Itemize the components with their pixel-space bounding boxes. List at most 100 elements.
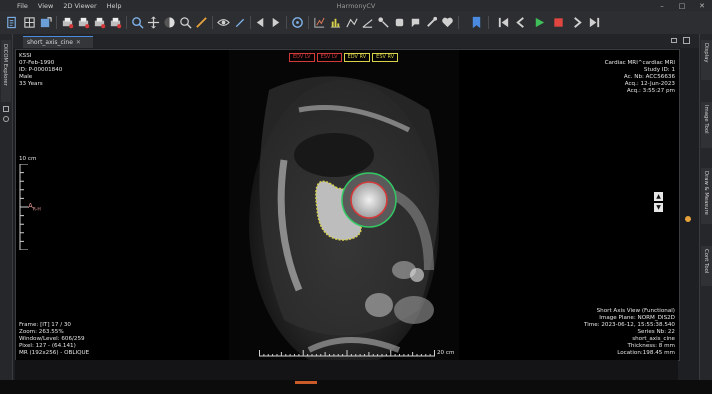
pen-icon[interactable]: [232, 15, 247, 30]
menu-file[interactable]: File: [12, 2, 33, 10]
reset-icon[interactable]: [312, 15, 327, 30]
send-icon[interactable]: [108, 15, 123, 30]
save-image-icon[interactable]: [92, 15, 107, 30]
side-panel-handle[interactable]: [685, 216, 691, 222]
previous-frame-icon[interactable]: [513, 15, 528, 30]
sync-icon[interactable]: [290, 15, 305, 30]
horizontal-scrollbar[interactable]: [0, 380, 712, 394]
minimize-view-icon[interactable]: [671, 38, 677, 43]
maximize-view-icon[interactable]: [683, 37, 690, 44]
image-viewport[interactable]: EDV LV ESV LV EDV RV ESV RV KSSI 07-Feb-…: [15, 49, 680, 361]
magnifier-icon[interactable]: [178, 15, 193, 30]
pixel-info: Pixel: 127 - (64.141): [19, 343, 76, 349]
patient-age: 33 Years: [19, 81, 43, 87]
orientation-marker: AR-H: [28, 203, 41, 213]
layout-icon[interactable]: [22, 15, 37, 30]
first-frame-icon[interactable]: [496, 15, 511, 30]
acquisition-date: Acq.: 12-Jun-2023: [624, 81, 675, 87]
draw-measure-tab[interactable]: Draw & Measure: [701, 168, 712, 224]
eye-icon[interactable]: [216, 15, 231, 30]
series-name: short_axis_cine: [632, 336, 675, 342]
tab-close-icon[interactable]: ✕: [76, 39, 81, 46]
next-frame-icon[interactable]: [570, 15, 585, 30]
cobb-angle-icon[interactable]: [376, 15, 391, 30]
horizontal-scale-ruler: [259, 350, 435, 357]
patient-sex: Male: [19, 74, 33, 80]
ruler-icon[interactable]: [344, 15, 359, 30]
legend-esv-lv[interactable]: ESV LV: [316, 53, 342, 62]
image-tool-tab[interactable]: Image Tool: [701, 102, 712, 148]
display-tab-label: Display: [703, 43, 709, 63]
series-description: Short Axis View (Functional): [596, 308, 675, 314]
image-plane: Image Plane: NORM_DIS2D: [599, 315, 675, 321]
previous-series-icon[interactable]: [253, 15, 268, 30]
toolbar: [0, 11, 712, 35]
menu-view[interactable]: View: [33, 2, 58, 10]
stop-icon[interactable]: [551, 15, 566, 30]
horizontal-scale-label: 20 cm: [437, 350, 455, 356]
export-icon[interactable]: [38, 15, 53, 30]
dicom-explorer-tab[interactable]: DICOM Explorer: [1, 40, 11, 102]
window-level-info: Window/Level: 606/259: [19, 336, 85, 342]
dicom-browser-icon[interactable]: [4, 15, 19, 30]
modality-info: MR (192x256) - OBLIQUE: [19, 350, 90, 356]
slice-location: Location:198.45 mm: [617, 350, 675, 356]
study-description: Cardiac MRI^cardiac MRI: [604, 60, 675, 66]
patient-id: ID: P-00001840: [19, 67, 63, 73]
slice-down-button[interactable]: ▼: [654, 203, 663, 212]
window-level-icon[interactable]: [162, 15, 177, 30]
annotation-icon[interactable]: [408, 15, 423, 30]
slice-thickness: Thickness: 8 mm: [627, 343, 675, 349]
contour-icon[interactable]: [424, 15, 439, 30]
slice-up-button[interactable]: ▲: [654, 192, 663, 201]
thumbnail-strip: [15, 360, 678, 380]
mri-image[interactable]: [229, 50, 459, 360]
menu-2d-viewer[interactable]: 2D Viewer: [58, 2, 101, 10]
overlay-bottom-left: Frame: [IT] 17 / 30 Zoom: 263.55% Window…: [19, 322, 89, 357]
legend-edv-lv[interactable]: EDV LV: [289, 53, 315, 62]
study-id: Study ID: 1: [643, 67, 675, 73]
overlay-top-left: KSSI 07-Feb-1990 ID: P-00001840 Male 33 …: [19, 53, 62, 88]
legend-edv-rv[interactable]: EDV RV: [343, 53, 371, 62]
heart-icon[interactable]: [440, 15, 455, 30]
orientation-sub: R-H: [32, 207, 41, 213]
acquisition-timestamp: Time: 2023-06-12, 15:55:38.540: [584, 322, 675, 328]
patient-name: KSSI: [19, 53, 32, 59]
patient-birth-date: 07-Feb-1990: [19, 60, 55, 66]
next-series-icon[interactable]: [268, 15, 283, 30]
viewer-tab[interactable]: short_axis_cine ✕: [23, 36, 93, 48]
legend-esv-rv[interactable]: ESV RV: [372, 53, 399, 62]
menu-help[interactable]: Help: [102, 2, 127, 10]
zoom-info: Zoom: 263.55%: [19, 329, 64, 335]
histogram-icon[interactable]: [328, 15, 343, 30]
pin-icon[interactable]: [3, 106, 9, 112]
cont-tool-tab-label: Cont Tool: [703, 249, 709, 274]
acquisition-time: Acq.: 3:55:27 pm: [626, 88, 675, 94]
series-number: Series Nb: 22: [637, 329, 676, 335]
roi-icon[interactable]: [392, 15, 407, 30]
pan-icon[interactable]: [146, 15, 161, 30]
print-icon[interactable]: [60, 15, 75, 30]
accession-number: Ac. Nb: ACC56636: [623, 74, 675, 80]
frame-info: Frame: [IT] 17 / 30: [19, 322, 71, 328]
bookmark-icon[interactable]: [469, 15, 484, 30]
display-tab[interactable]: Display: [701, 40, 712, 80]
restore-icon[interactable]: [3, 116, 9, 122]
play-icon[interactable]: [532, 15, 547, 30]
minimize-icon[interactable]: –: [652, 0, 672, 11]
zoom-icon[interactable]: [130, 15, 145, 30]
measure-icon[interactable]: [194, 15, 209, 30]
maximize-icon[interactable]: □: [672, 0, 692, 11]
save-series-icon[interactable]: [76, 15, 91, 30]
left-dock: DICOM Explorer: [0, 34, 13, 394]
last-frame-icon[interactable]: [587, 15, 602, 30]
angle-icon[interactable]: [360, 15, 375, 30]
overlay-bottom-right: Short Axis View (Functional) Image Plane…: [584, 308, 675, 357]
scrollbar-thumb[interactable]: [295, 381, 317, 384]
dicom-explorer-label: DICOM Explorer: [2, 44, 8, 86]
menu-bar: File View 2D Viewer Help HarmonyCV – □ ✕: [0, 0, 712, 11]
cont-tool-tab[interactable]: Cont Tool: [701, 246, 712, 286]
close-icon[interactable]: ✕: [692, 0, 712, 11]
vertical-scale-label: 10 cm: [19, 156, 37, 162]
viewer-tab-bar: short_axis_cine ✕: [13, 34, 699, 48]
